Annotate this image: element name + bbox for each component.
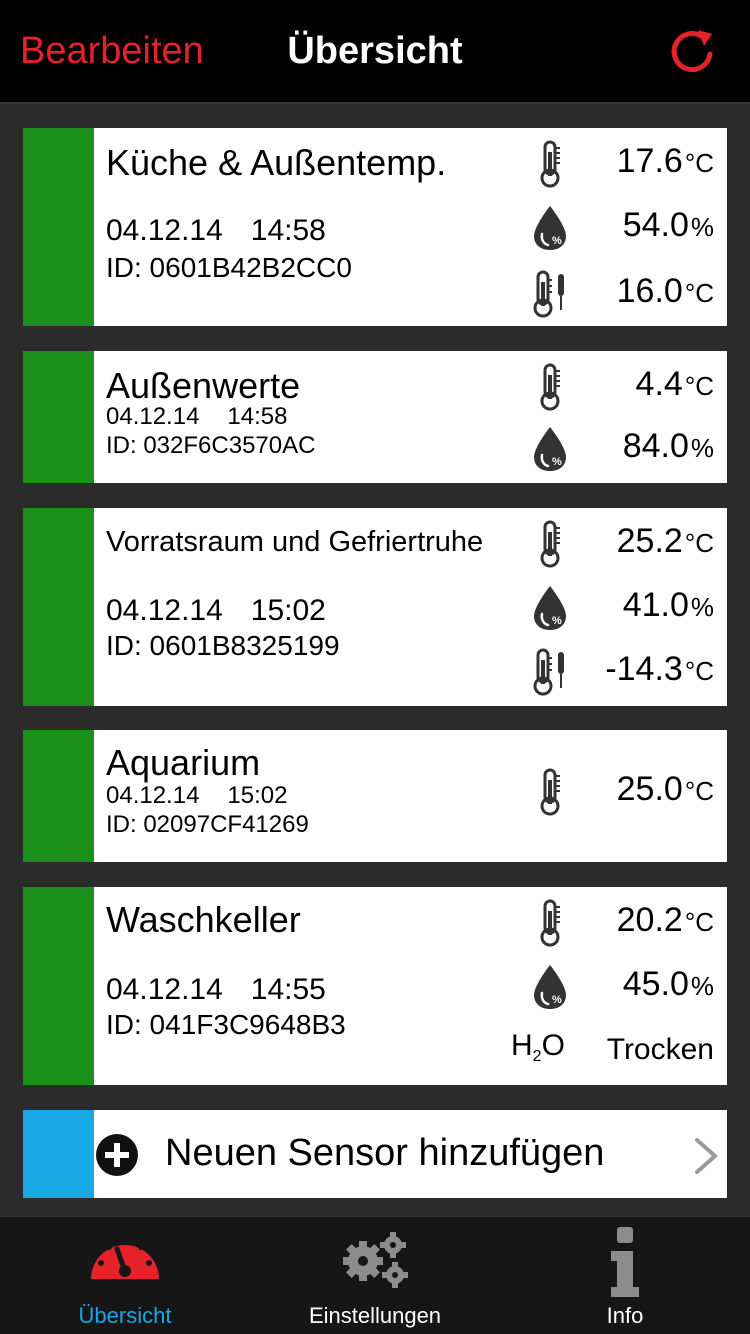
- sensor-card[interactable]: Außenwerte 04.12.14 14:58 ID: 032F6C3570A…: [23, 351, 727, 483]
- add-sensor-label: Neuen Sensor hinzufügen: [165, 1132, 605, 1174]
- sensor-card[interactable]: Küche & Außentemp. 04.12.14 14:58 ID: 060…: [23, 128, 727, 326]
- gauge-icon: [91, 1237, 159, 1279]
- reading-value: 54.0%: [622, 206, 714, 244]
- sensor-card[interactable]: Vorratsraum und Gefriertruhe 04.12.14 15:…: [23, 508, 727, 706]
- sensor-name: Außenwerte: [106, 365, 301, 406]
- refresh-icon[interactable]: [664, 24, 720, 80]
- reading-value: 25.0°C: [616, 770, 714, 808]
- sensor-timestamp: 04.12.14 15:02: [106, 594, 326, 628]
- chevron-right-icon: [695, 1138, 719, 1174]
- sensor-time: 14:58: [250, 214, 326, 247]
- probe-thermometer-icon: [533, 270, 566, 318]
- sensor-card[interactable]: Aquarium 04.12.14 15:02 ID: 02097CF41269 …: [23, 730, 727, 862]
- temperature-reading: 25.2°C: [528, 518, 714, 568]
- probe-temperature-reading: 16.0°C: [528, 268, 714, 318]
- sensor-time: 14:55: [250, 973, 326, 1006]
- tab-label: Info: [606, 1303, 644, 1328]
- reading-value: 41.0%: [622, 586, 714, 624]
- reading-value: 20.2°C: [616, 901, 714, 939]
- navigation-bar: Bearbeiten Übersicht: [0, 0, 750, 104]
- tab-overview[interactable]: Übersicht: [0, 1217, 250, 1334]
- water-label: H2O: [511, 1029, 565, 1065]
- water-status: Trocken: [606, 1033, 714, 1066]
- thermometer-icon: [540, 768, 562, 816]
- sensor-name: Waschkeller: [106, 899, 301, 940]
- info-icon: [611, 1227, 639, 1297]
- sensor-id: ID: 0601B8325199: [106, 630, 340, 661]
- thermometer-icon: [540, 520, 562, 568]
- thermometer-icon: [540, 899, 562, 947]
- add-sensor-row[interactable]: Neuen Sensor hinzufügen: [23, 1110, 727, 1198]
- sensor-time: 15:02: [250, 594, 326, 627]
- humidity-drop-icon: [532, 584, 568, 632]
- reading-value: 45.0%: [622, 965, 714, 1003]
- status-indicator: [23, 508, 94, 706]
- sensor-id: ID: 032F6C3570AC: [106, 432, 316, 459]
- probe-thermometer-icon: [533, 648, 566, 696]
- tab-bar: Übersicht Einstellungen Info: [0, 1216, 750, 1334]
- sensor-date: 04.12.14: [106, 403, 200, 430]
- sensor-list: Küche & Außentemp. 04.12.14 14:58 ID: 060…: [0, 106, 750, 1216]
- sensor-date: 04.12.14: [106, 214, 223, 247]
- tab-settings[interactable]: Einstellungen: [250, 1217, 500, 1334]
- sensor-time: 14:58: [227, 403, 288, 430]
- reading-value: -14.3°C: [605, 650, 714, 688]
- sensor-id: ID: 02097CF41269: [106, 811, 309, 838]
- temperature-reading: 4.4°C: [528, 361, 714, 411]
- sensor-time: 15:02: [227, 782, 288, 809]
- humidity-reading: 84.0%: [528, 423, 714, 473]
- reading-value: 17.6°C: [616, 142, 714, 180]
- humidity-reading: 45.0%: [528, 961, 714, 1011]
- status-indicator: [23, 730, 94, 862]
- status-indicator: [23, 887, 94, 1085]
- temperature-reading: 20.2°C: [528, 897, 714, 947]
- temperature-reading: 25.0°C: [528, 766, 714, 816]
- humidity-drop-icon: [532, 425, 568, 473]
- plus-circle-icon: [96, 1134, 138, 1176]
- probe-temperature-reading: -14.3°C: [528, 646, 714, 696]
- sensor-timestamp: 04.12.14 14:55: [106, 973, 326, 1007]
- humidity-drop-icon: [532, 204, 568, 252]
- sensor-date: 04.12.14: [106, 782, 200, 809]
- temperature-reading: 17.6°C: [528, 138, 714, 188]
- thermometer-icon: [540, 363, 562, 411]
- status-indicator: [23, 128, 94, 326]
- sensor-card[interactable]: Waschkeller 04.12.14 14:55 ID: 041F3C9648…: [23, 887, 727, 1085]
- tab-label: Einstellungen: [308, 1303, 442, 1328]
- gears-icon: [343, 1232, 408, 1288]
- reading-value: 25.2°C: [616, 522, 714, 560]
- reading-value: 16.0°C: [616, 272, 714, 310]
- water-sensor-reading: H2O Trocken: [511, 1027, 714, 1077]
- humidity-reading: 54.0%: [528, 202, 714, 252]
- sensor-date: 04.12.14: [106, 594, 223, 627]
- sensor-id: ID: 0601B42B2CC0: [106, 252, 352, 283]
- reading-value: 84.0%: [622, 427, 714, 465]
- page-title: Übersicht: [287, 30, 463, 72]
- status-indicator: [23, 351, 94, 483]
- humidity-reading: 41.0%: [528, 582, 714, 632]
- humidity-drop-icon: [532, 963, 568, 1011]
- sensor-name: Vorratsraum und Gefriertruhe: [106, 526, 484, 558]
- sensor-name: Küche & Außentemp.: [106, 142, 447, 183]
- tab-info[interactable]: Info: [500, 1217, 750, 1334]
- add-indicator: [23, 1110, 94, 1198]
- reading-value: 4.4°C: [635, 365, 714, 403]
- thermometer-icon: [540, 140, 562, 188]
- sensor-name: Aquarium: [106, 742, 261, 783]
- sensor-timestamp: 04.12.14 15:02: [106, 782, 287, 810]
- sensor-timestamp: 04.12.14 14:58: [106, 403, 287, 431]
- tab-label: Übersicht: [78, 1303, 172, 1328]
- sensor-date: 04.12.14: [106, 973, 223, 1006]
- sensor-id: ID: 041F3C9648B3: [106, 1009, 346, 1040]
- sensor-timestamp: 04.12.14 14:58: [106, 214, 326, 248]
